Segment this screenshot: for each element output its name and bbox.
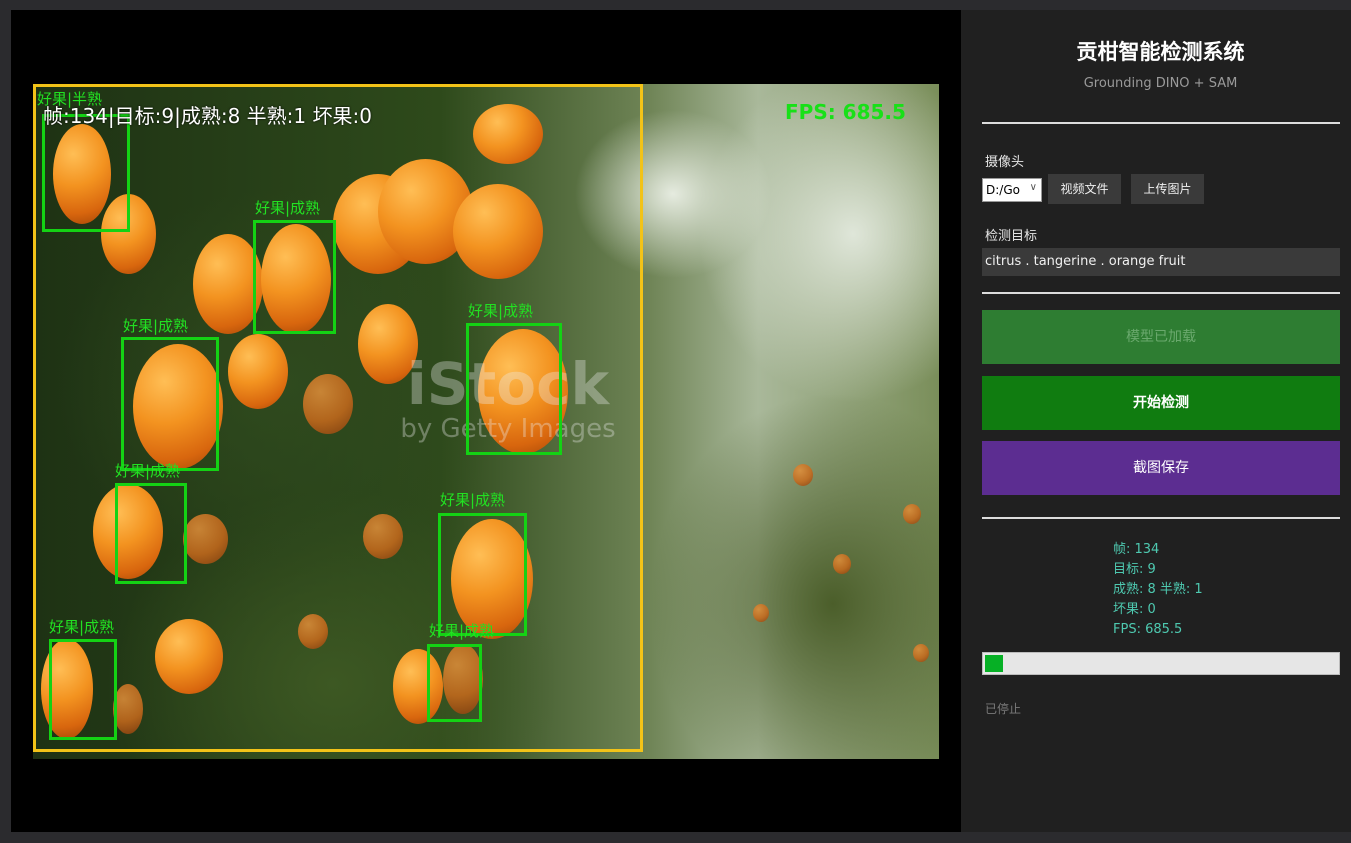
detection-box — [466, 323, 562, 455]
control-panel: 贡柑智能检测系统 Grounding DINO + SAM 摄像头 D:/Go … — [961, 10, 1351, 832]
detection-label: 好果|成熟 — [255, 199, 321, 217]
video-file-button[interactable]: 视频文件 — [1048, 174, 1121, 204]
video-panel: iStock by Getty Images 好果|半熟 好果|成熟 好果|成熟… — [11, 10, 961, 832]
upload-image-button[interactable]: 上传图片 — [1131, 174, 1204, 204]
divider — [982, 517, 1340, 519]
detection-box — [438, 513, 527, 636]
app-subtitle: Grounding DINO + SAM — [1083, 76, 1238, 91]
stat-frame: 帧: 134 — [1113, 542, 1160, 557]
orange-fruit — [833, 554, 851, 574]
detection-box — [253, 220, 336, 334]
detection-box — [427, 644, 482, 722]
stat-fps: FPS: 685.5 — [1113, 622, 1183, 637]
model-loaded-button[interactable]: 模型已加载 — [982, 310, 1340, 364]
camera-label: 摄像头 — [985, 155, 1025, 170]
progress-bar — [982, 652, 1340, 675]
overlay-stats: 帧:134|目标:9|成熟:8 半熟:1 坏果:0 — [43, 104, 372, 128]
orange-fruit — [913, 644, 929, 662]
detection-label: 好果|成熟 — [123, 317, 189, 335]
detection-box — [49, 639, 117, 740]
detection-label: 好果|成熟 — [49, 618, 115, 636]
status-text: 已停止 — [985, 702, 1022, 716]
stat-bad: 坏果: 0 — [1113, 602, 1156, 617]
detection-label: 好果|成熟 — [440, 491, 506, 509]
stat-targets: 目标: 9 — [1113, 562, 1156, 577]
detection-label: 好果|成熟 — [468, 302, 534, 320]
detection-box — [115, 483, 187, 584]
target-label: 检测目标 — [985, 229, 1038, 244]
camera-select[interactable]: D:/Go ∨ — [982, 178, 1042, 202]
orange-fruit — [903, 504, 921, 524]
divider — [982, 292, 1340, 294]
divider — [982, 122, 1340, 124]
detection-box — [121, 337, 219, 471]
progress-fill — [985, 655, 1003, 672]
video-frame: iStock by Getty Images 好果|半熟 好果|成熟 好果|成熟… — [33, 84, 939, 759]
target-input[interactable]: citrus . tangerine . orange fruit — [982, 248, 1340, 276]
detection-box — [42, 114, 130, 232]
orange-fruit — [753, 604, 769, 622]
orange-fruit — [793, 464, 813, 486]
app-title: 贡柑智能检测系统 — [1076, 40, 1245, 64]
overlay-fps: FPS: 685.5 — [785, 100, 906, 124]
chevron-down-icon: ∨ — [1029, 182, 1037, 193]
start-detection-button[interactable]: 开始检测 — [982, 376, 1340, 430]
stats-block: 帧: 134 目标: 9 成熟: 8 半熟: 1 坏果: 0 FPS: 685.… — [1113, 540, 1203, 640]
camera-select-value: D:/Go — [986, 183, 1020, 197]
screenshot-save-button[interactable]: 截图保存 — [982, 441, 1340, 495]
detection-label: 好果|成熟 — [115, 462, 181, 480]
stat-ripeness: 成熟: 8 半熟: 1 — [1113, 582, 1203, 597]
detection-label: 好果|成熟 — [429, 622, 495, 640]
